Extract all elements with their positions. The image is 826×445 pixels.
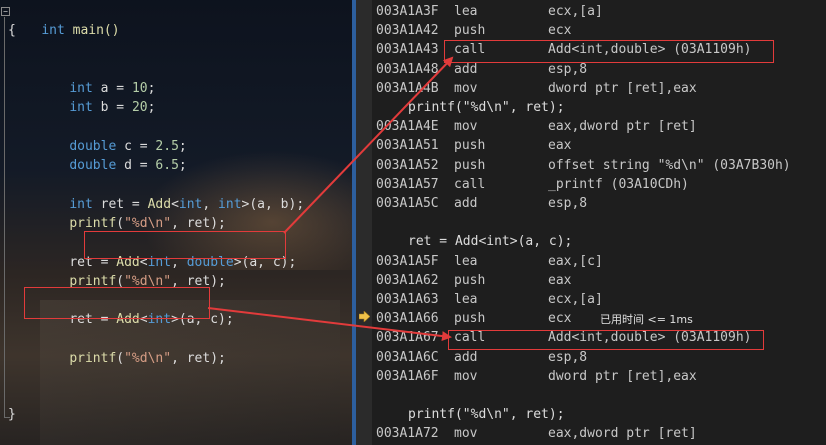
disasm-instruction[interactable]: 003A1A72 mov eax,dword ptr [ret]	[372, 424, 826, 443]
instr-addr: 003A1A3F	[376, 4, 439, 19]
instr-addr: 003A1A4B	[376, 80, 439, 96]
disasm-source-line[interactable]: ret = Add<int>(a, c);	[372, 232, 826, 251]
instr-addr: 003A1A57	[376, 176, 439, 192]
disasm-instruction[interactable]: 003A1A57 call _printf (03A10CDh)	[372, 175, 826, 194]
source-editor[interactable]: − int main() { int a = 10; int b = 20; d…	[0, 0, 352, 445]
line-printf-3: printf("%d\n", ret);	[69, 351, 226, 366]
instr-op: push	[454, 272, 486, 288]
highlight-box-add-int	[24, 287, 210, 319]
instr-addr: 003A1A5F	[376, 253, 439, 269]
disasm-instruction[interactable]: 003A1A6C add esp,8	[372, 348, 826, 367]
instr-addr: 003A1A48	[376, 61, 439, 77]
instr-arg: esp,8	[548, 196, 588, 211]
fn-main: main()	[64, 23, 120, 38]
instr-addr: 003A1A72	[376, 426, 439, 442]
disasm-source-line[interactable]: printf("%d\n", ret);	[372, 405, 826, 424]
elapsed-time-tip: 已用时间 <= 1ms	[600, 313, 693, 327]
highlight-box-call-2	[448, 330, 764, 350]
main-signature: int main()	[10, 2, 120, 59]
instr-addr: 003A1A5C	[376, 196, 439, 211]
instr-arg: dword ptr [ret],eax	[548, 368, 697, 384]
close-brace: }	[8, 407, 16, 422]
instr-addr: 003A1A52	[376, 157, 439, 173]
instr-addr: 003A1A67	[376, 330, 439, 346]
instr-addr: 003A1A6C	[376, 349, 439, 365]
instr-op: add	[454, 196, 478, 211]
disasm-instruction[interactable]: 003A1A42 push ecx	[372, 21, 826, 40]
instr-arg: ecx	[548, 311, 572, 327]
instr-op: lea	[454, 4, 478, 19]
instr-addr: 003A1A4E	[376, 119, 439, 135]
disasm-instruction[interactable]: 003A1A5F lea eax,[c]	[372, 252, 826, 271]
instr-arg: eax,dword ptr [ret]	[548, 119, 697, 135]
instr-arg: offset string "%d\n" (03A7B30h)	[548, 157, 791, 173]
disasm-blank-line	[372, 213, 826, 232]
instr-addr: 003A1A62	[376, 272, 439, 288]
instr-addr: 003A1A51	[376, 138, 439, 154]
instr-op: call	[454, 176, 486, 192]
disasm-instruction[interactable]: 003A1A4B mov dword ptr [ret],eax	[372, 79, 826, 98]
collapse-box-icon[interactable]: −	[1, 7, 10, 16]
instr-addr: 003A1A63	[376, 292, 439, 307]
disasm-source-line[interactable]: printf("%d\n", ret);	[372, 98, 826, 117]
instr-arg: ecx,[a]	[548, 292, 603, 307]
instr-op: mov	[454, 80, 478, 96]
instr-op: add	[454, 349, 478, 365]
disasm-instruction[interactable]: 003A1A6F mov dword ptr [ret],eax	[372, 367, 826, 386]
instr-arg: ecx,[a]	[548, 4, 603, 19]
instr-op: push	[454, 311, 486, 327]
instr-arg: esp,8	[548, 349, 588, 365]
highlight-box-add-int-double	[84, 231, 286, 259]
source-text: printf("%d\n", ret);	[408, 407, 565, 423]
disasm-blank-line	[372, 386, 826, 405]
kw-int: int	[41, 23, 65, 38]
disasm-instruction[interactable]: 003A1A52 push offset string "%d\n" (03A7B3…	[372, 156, 826, 175]
instr-addr: 003A1A66	[376, 311, 439, 327]
disasm-instruction[interactable]: 003A1A51 push eax	[372, 136, 826, 155]
disasm-instruction[interactable]: 003A1A4E mov eax,dword ptr [ret]	[372, 117, 826, 136]
disassembly-gutter[interactable]	[356, 0, 372, 445]
instr-arg: eax,dword ptr [ret]	[548, 426, 697, 442]
instr-arg: eax	[548, 272, 572, 288]
source-text: printf("%d\n", ret);	[408, 100, 565, 115]
instr-addr: 003A1A6F	[376, 368, 439, 384]
instr-op: lea	[454, 292, 478, 307]
disasm-instruction[interactable]: 003A1A62 push eax	[372, 271, 826, 290]
instr-op: lea	[454, 253, 478, 269]
instr-op: mov	[454, 368, 478, 384]
open-brace: {	[8, 23, 16, 38]
instr-op: push	[454, 23, 486, 39]
source-text: ret = Add<int>(a, c);	[408, 234, 573, 250]
instr-addr: 003A1A43	[376, 42, 439, 58]
instr-op: push	[454, 157, 486, 173]
instr-arg: _printf (03A10CDh)	[548, 176, 689, 192]
instr-arg: eax,[c]	[548, 253, 603, 269]
instr-addr: 003A1A42	[376, 23, 439, 39]
instr-arg: ecx	[548, 23, 572, 39]
instr-op: push	[454, 138, 486, 154]
instr-op: mov	[454, 426, 478, 442]
instruction-pointer-arrow-icon	[359, 311, 370, 322]
instr-arg: dword ptr [ret],eax	[548, 80, 697, 96]
disasm-instruction[interactable]: 003A1A5C add esp,8	[372, 194, 826, 213]
instr-op: mov	[454, 119, 478, 135]
disasm-instruction[interactable]: 003A1A3F lea ecx,[a]	[372, 2, 826, 21]
instr-arg: eax	[548, 138, 572, 154]
highlight-box-call-1	[444, 40, 774, 63]
disasm-instruction[interactable]: 003A1A66 push ecx 已用时间 <= 1ms	[372, 309, 826, 328]
disassembly-view[interactable]: 003A1A3F lea ecx,[a] 003A1A42 push ecx 003A1A4…	[372, 0, 826, 445]
outline-guide	[4, 17, 5, 417]
disasm-instruction[interactable]: 003A1A63 lea ecx,[a]	[372, 290, 826, 309]
